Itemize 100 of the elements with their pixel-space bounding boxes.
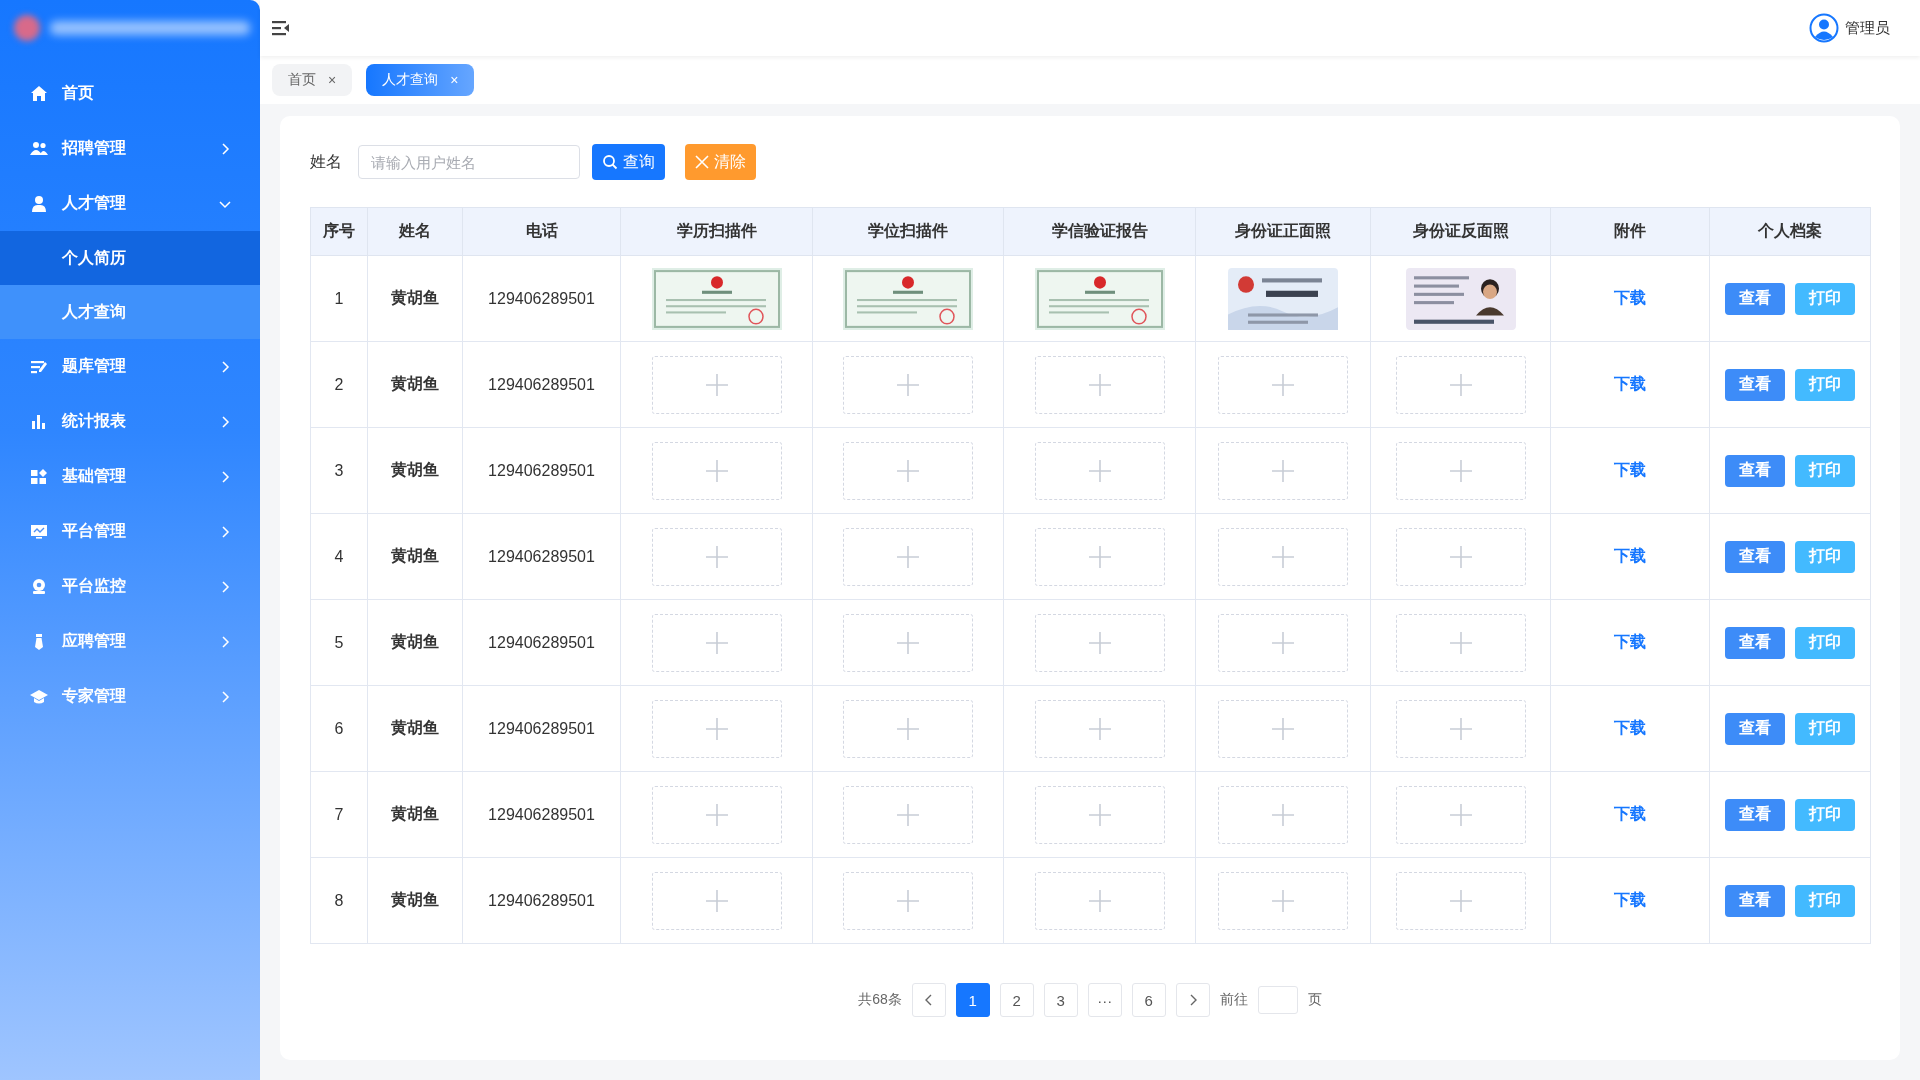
download-link[interactable]: 下载	[1614, 805, 1646, 822]
view-button[interactable]: 查看	[1725, 712, 1785, 745]
menu-icon[interactable]	[272, 20, 290, 36]
download-link[interactable]: 下载	[1614, 375, 1646, 392]
menu-item[interactable]: 应聘管理	[0, 614, 260, 669]
field-label: 姓名	[310, 151, 342, 172]
plus-icon	[897, 373, 919, 396]
upload-slot[interactable]	[1034, 527, 1165, 586]
upload-slot[interactable]	[843, 699, 973, 758]
next-page-button[interactable]	[1175, 983, 1210, 1017]
submenu-item[interactable]: 人才查询	[0, 285, 260, 339]
menu-item[interactable]: 基础管理	[0, 449, 260, 504]
grid-icon	[30, 467, 48, 486]
home-icon	[30, 84, 48, 103]
upload-slot[interactable]	[1218, 613, 1348, 672]
submenu-item[interactable]: 个人简历	[0, 231, 260, 285]
print-button[interactable]: 打印	[1795, 884, 1855, 917]
menu-item[interactable]: 人才管理	[0, 176, 260, 231]
close-icon[interactable]: ×	[328, 72, 337, 88]
print-button[interactable]: 打印	[1795, 540, 1855, 573]
menu-item[interactable]: 统计报表	[0, 394, 260, 449]
view-button[interactable]: 查看	[1725, 368, 1785, 401]
upload-slot[interactable]	[651, 699, 782, 758]
download-link[interactable]: 下载	[1614, 547, 1646, 564]
view-button[interactable]: 查看	[1725, 798, 1785, 831]
print-button[interactable]: 打印	[1795, 712, 1855, 745]
upload-slot[interactable]	[651, 613, 782, 672]
upload-slot[interactable]	[1395, 355, 1526, 414]
print-button[interactable]: 打印	[1795, 282, 1855, 315]
menu-item[interactable]: 平台监控	[0, 559, 260, 614]
search-button[interactable]: 查询	[592, 144, 665, 180]
upload-slot[interactable]	[651, 785, 782, 844]
menu-item[interactable]: 平台管理	[0, 504, 260, 559]
upload-slot[interactable]	[843, 785, 973, 844]
upload-slot[interactable]	[1034, 699, 1165, 758]
view-button[interactable]: 查看	[1725, 454, 1785, 487]
page-button[interactable]: 1	[955, 983, 990, 1017]
menu-item[interactable]: 首页	[0, 66, 260, 121]
users-icon	[30, 139, 48, 158]
view-button[interactable]: 查看	[1725, 884, 1785, 917]
upload-slot[interactable]	[651, 527, 782, 586]
upload-slot[interactable]	[651, 355, 782, 414]
page-button[interactable]: 6	[1131, 983, 1166, 1017]
upload-slot[interactable]	[1395, 441, 1526, 500]
close-icon[interactable]: ×	[450, 72, 459, 88]
upload-slot[interactable]	[1395, 871, 1526, 930]
download-link[interactable]: 下载	[1614, 289, 1646, 306]
tab-label[interactable]: 人才查询	[382, 71, 439, 89]
menu-item[interactable]: 题库管理	[0, 339, 260, 394]
download-link[interactable]: 下载	[1614, 891, 1646, 908]
upload-slot[interactable]	[843, 441, 973, 500]
upload-slot[interactable]	[1395, 785, 1526, 844]
upload-slot[interactable]	[1034, 613, 1165, 672]
print-button[interactable]: 打印	[1795, 368, 1855, 401]
page-button[interactable]: 3	[1043, 983, 1078, 1017]
upload-slot[interactable]	[1034, 871, 1165, 930]
tab[interactable]: 首页 ×	[272, 64, 353, 96]
download-link[interactable]: 下载	[1614, 461, 1646, 478]
upload-slot[interactable]	[843, 871, 973, 930]
plus-icon	[705, 545, 728, 568]
download-link[interactable]: 下载	[1614, 719, 1646, 736]
page-button[interactable]: ···	[1087, 983, 1122, 1017]
clear-button[interactable]: 清除	[685, 144, 756, 180]
upload-slot[interactable]	[1034, 441, 1165, 500]
upload-slot[interactable]	[1218, 871, 1348, 930]
view-button[interactable]: 查看	[1725, 540, 1785, 573]
upload-slot[interactable]	[1218, 355, 1348, 414]
upload-slot[interactable]	[1395, 613, 1526, 672]
upload-slot[interactable]	[1034, 785, 1165, 844]
upload-slot[interactable]	[1034, 355, 1165, 414]
print-button[interactable]: 打印	[1795, 454, 1855, 487]
page-input-field[interactable]	[1257, 986, 1298, 1014]
previous-page-button[interactable]	[911, 983, 946, 1017]
menu-item[interactable]: 招聘管理	[0, 121, 260, 176]
upload-slot[interactable]	[843, 613, 973, 672]
print-button[interactable]: 打印	[1795, 626, 1855, 659]
tab[interactable]: 人才查询 ×	[366, 64, 475, 96]
print-button[interactable]: 打印	[1795, 798, 1855, 831]
upload-slot[interactable]	[1218, 785, 1348, 844]
upload-slot[interactable]	[1218, 527, 1348, 586]
upload-slot[interactable]	[1395, 699, 1526, 758]
download-link[interactable]: 下载	[1614, 633, 1646, 650]
page-button[interactable]: 2	[999, 983, 1034, 1017]
name-input-field[interactable]: 请输入用户姓名	[358, 145, 580, 179]
upload-slot[interactable]	[1218, 699, 1348, 758]
upload-slot[interactable]	[651, 871, 782, 930]
plus-icon	[897, 459, 919, 482]
upload-slot[interactable]	[843, 527, 973, 586]
plus-icon	[897, 803, 919, 826]
user-name[interactable]: 管理员	[1845, 18, 1890, 38]
upload-slot[interactable]	[1395, 527, 1526, 586]
upload-slot[interactable]	[1218, 441, 1348, 500]
upload-slot[interactable]	[651, 441, 782, 500]
view-button[interactable]: 查看	[1725, 626, 1785, 659]
menu-item[interactable]: 专家管理	[0, 669, 260, 724]
view-button[interactable]: 查看	[1725, 282, 1785, 315]
tab-label[interactable]: 首页	[288, 71, 316, 89]
upload-slot[interactable]	[843, 355, 973, 414]
avatar-icon[interactable]	[1809, 13, 1839, 43]
plus-icon	[705, 459, 728, 482]
